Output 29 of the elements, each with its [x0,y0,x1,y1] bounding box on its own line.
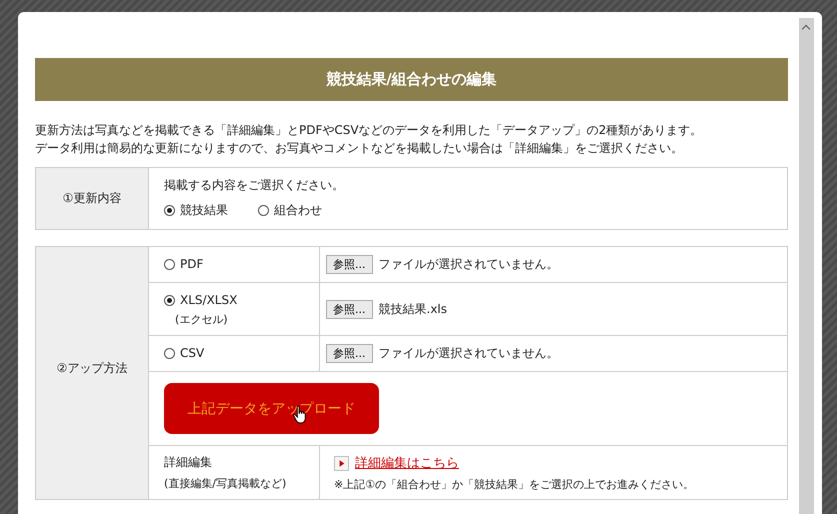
section-label: ①更新内容 [36,168,149,229]
option-label: 組合わせ [274,202,322,219]
browse-button[interactable]: 参照... [326,300,372,318]
browse-button[interactable]: 参照... [326,255,372,274]
prompt-text: 掲載する内容をご選択ください。 [164,177,344,194]
option-label: 競技結果 [180,202,228,219]
radio-button[interactable] [164,294,175,306]
dialog-title: 競技結果/組合わせの編集 [35,58,788,101]
intro-text: 更新方法は写真などを掲載できる「詳細編集」とPDFやCSVなどのデータを利用した「データアップ」の2種類があります。 [35,122,704,139]
file-name: ファイルが選択されていません。 [378,345,558,362]
format-label: XLS/XLSX [180,293,238,307]
detail-label: 詳細編集 [164,454,213,471]
radio-button[interactable] [164,348,175,358]
detail-sublabel: (直接編集/写真掲載など) [164,476,288,491]
play-icon [334,456,349,470]
format-label: PDF [180,257,204,271]
browse-button[interactable]: 参照... [326,344,372,363]
intro-text: データ利用は簡易的な更新になりますので、お写真やコメントなどを掲載したい場合は「詳細編集」をご選択ください。 [35,140,684,157]
note-text: ※上記①の「組合わせ」か「競技結果」をご選択の上でお進みください。 [334,477,696,492]
detail-edit-link[interactable]: 詳細編集はこちら [355,454,459,472]
scrollbar[interactable] [799,18,814,514]
radio-button[interactable] [164,205,175,216]
format-sublabel: (エクセル) [175,312,229,327]
file-name: 競技結果.xls [378,300,448,318]
radio-button[interactable] [164,258,175,270]
format-label: CSV [180,346,204,360]
radio-button[interactable] [258,205,269,216]
file-name: ファイルが選択されていません。 [378,256,558,273]
section-label: ②アップ方法 [36,247,149,499]
